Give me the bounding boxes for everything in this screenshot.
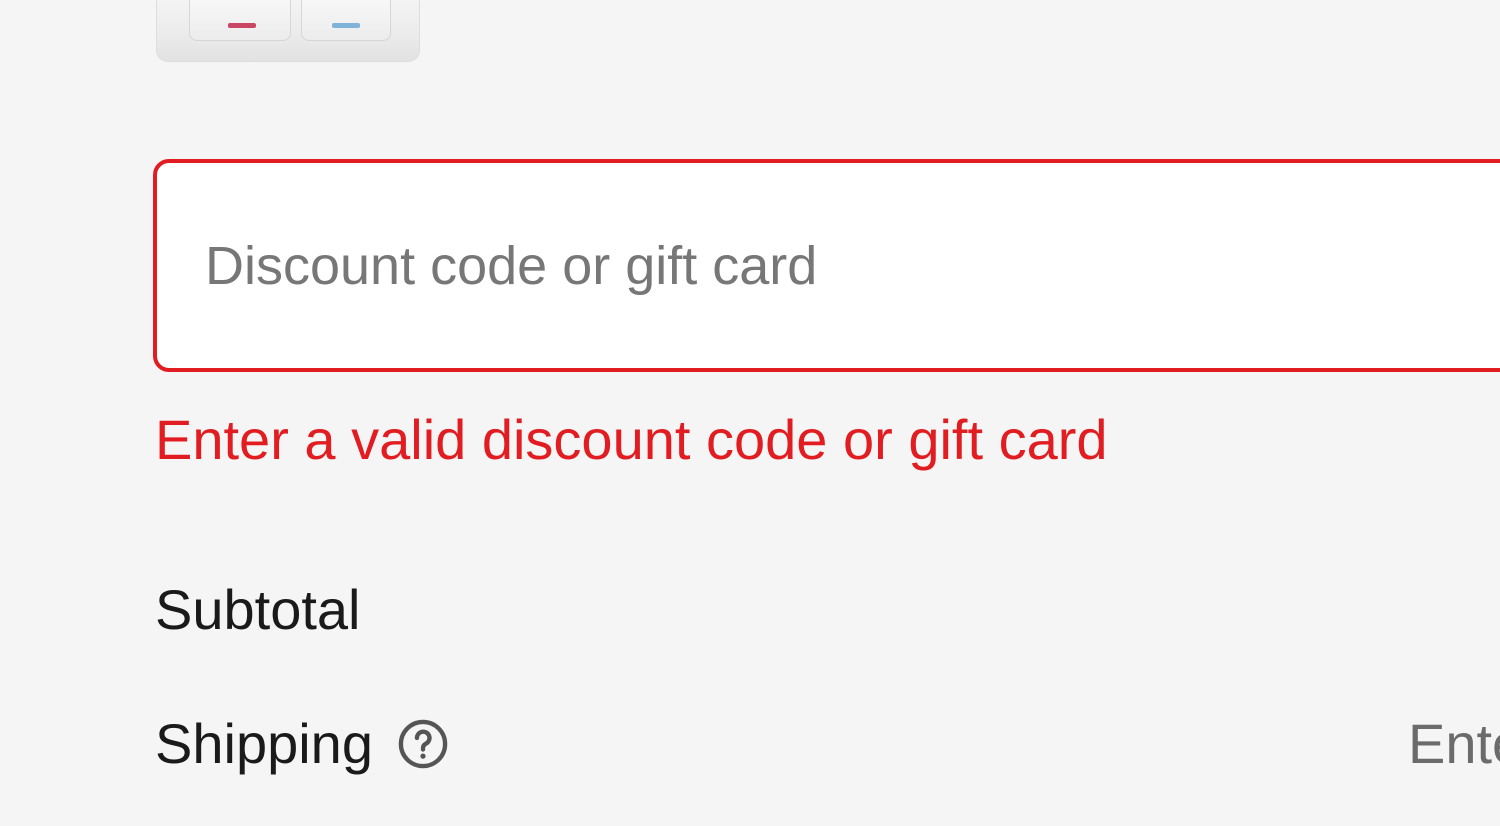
shipping-row: Shipping (155, 709, 449, 779)
product-thumbnail-part (301, 0, 391, 41)
shipping-value: Ente (1408, 712, 1500, 775)
discount-code-input[interactable] (205, 163, 1500, 368)
help-circle-icon[interactable] (397, 718, 449, 770)
discount-error-message: Enter a valid discount code or gift card (155, 408, 1108, 471)
discount-field[interactable] (153, 159, 1500, 372)
subtotal-label: Subtotal (155, 578, 361, 641)
product-thumbnail-accent (228, 23, 256, 28)
product-thumbnail (156, 0, 420, 62)
product-thumbnail-accent (332, 23, 360, 28)
shipping-label: Shipping (155, 712, 373, 775)
product-thumbnail-part (189, 0, 291, 41)
